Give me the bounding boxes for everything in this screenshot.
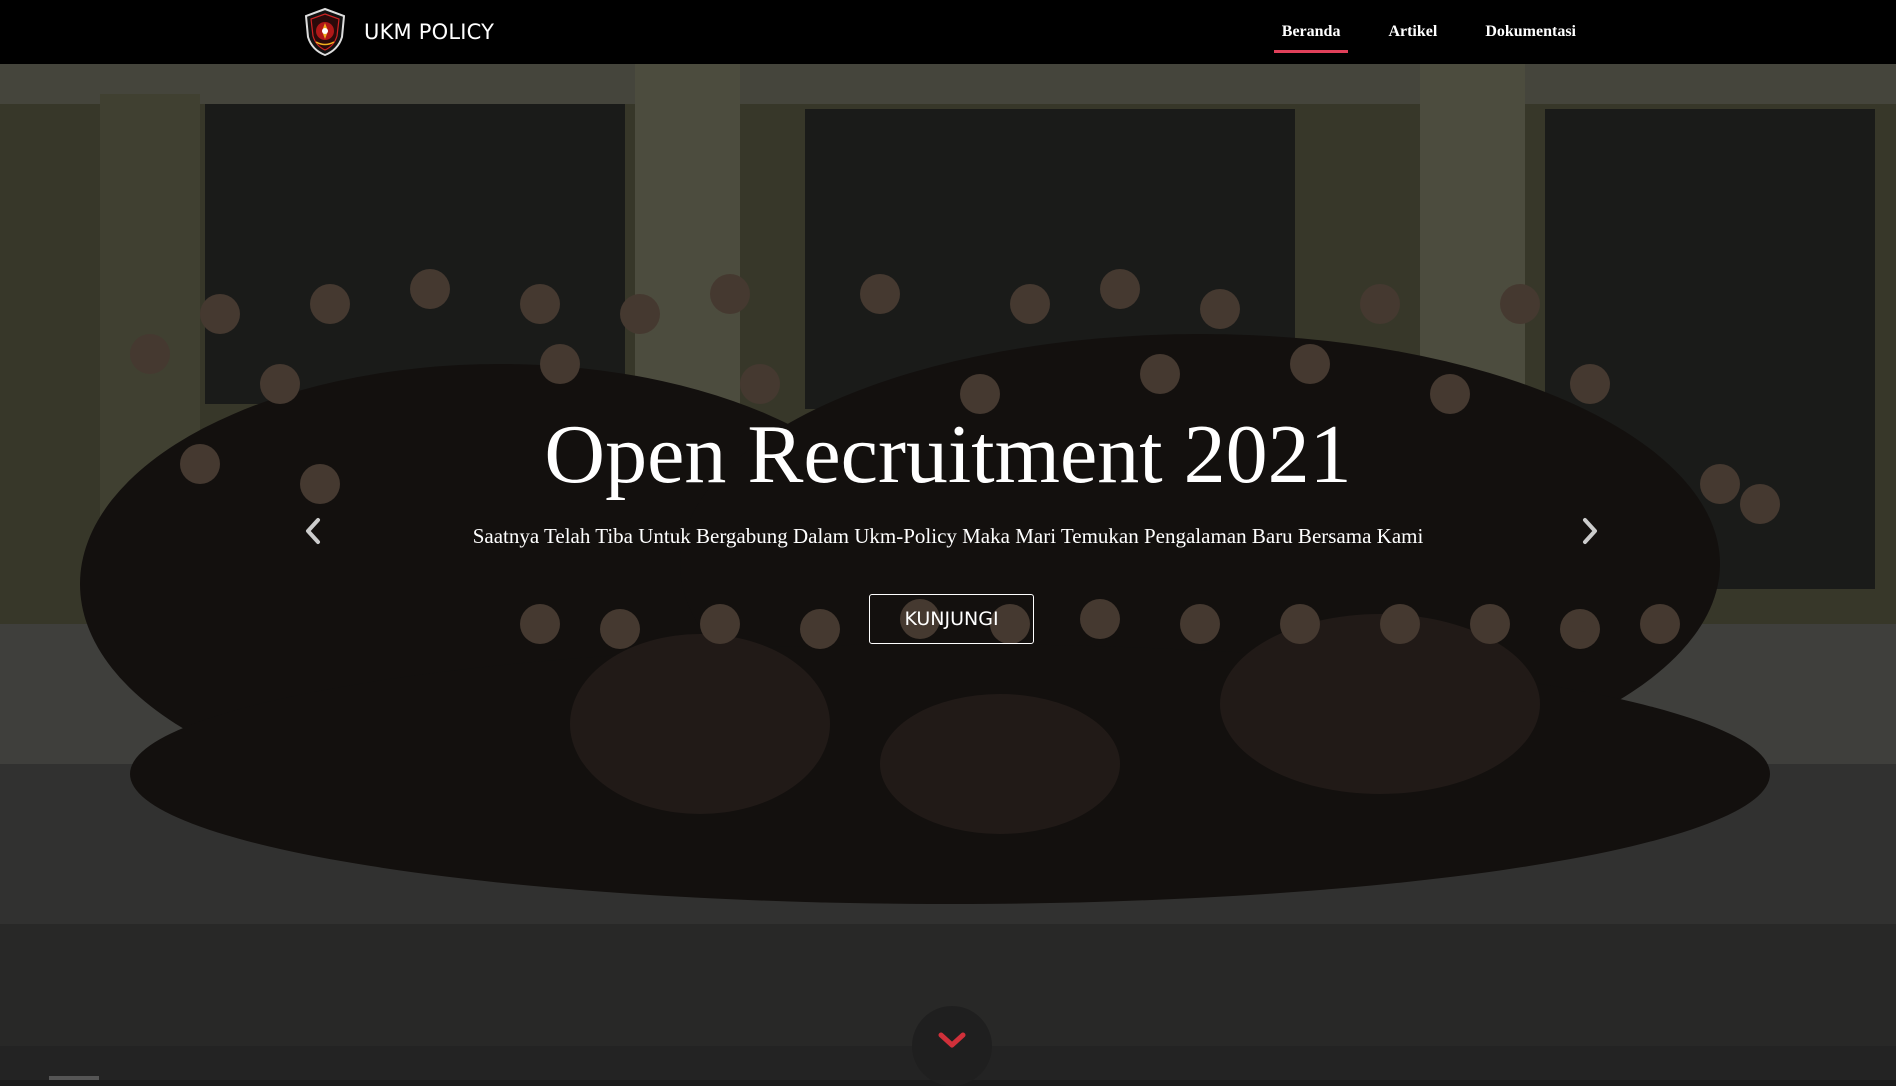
nav-item-dokumentasi[interactable]: Dokumentasi	[1485, 0, 1576, 64]
scroll-down-button[interactable]	[912, 1006, 992, 1086]
nav-item-beranda[interactable]: Beranda	[1273, 0, 1349, 64]
chevron-left-icon	[306, 518, 320, 544]
carousel-next-button[interactable]	[1570, 506, 1610, 556]
section-divider	[49, 1076, 99, 1080]
shield-emblem-icon	[304, 7, 346, 57]
nav-item-artikel[interactable]: Artikel	[1388, 0, 1437, 64]
hero-subtitle: Saatnya Telah Tiba Untuk Bergabung Dalam…	[472, 524, 1424, 548]
brand-name: UKM POLICY	[364, 20, 495, 44]
visit-button[interactable]: KUNJUNGI	[869, 594, 1034, 644]
chevron-down-icon	[938, 1032, 966, 1048]
top-navbar: UKM POLICY Beranda Artikel Dokumentasi	[0, 0, 1896, 64]
hero-caption: Open Recruitment 2021 Saatnya Telah Tiba…	[0, 64, 1896, 1046]
chevron-right-icon	[1583, 518, 1597, 544]
nav-menu: Beranda Artikel Dokumentasi	[1234, 0, 1576, 64]
carousel-prev-button[interactable]	[293, 506, 333, 556]
hero-title: Open Recruitment 2021	[544, 408, 1352, 501]
brand[interactable]: UKM POLICY	[302, 7, 494, 57]
hero-carousel: Open Recruitment 2021 Saatnya Telah Tiba…	[0, 64, 1896, 1046]
